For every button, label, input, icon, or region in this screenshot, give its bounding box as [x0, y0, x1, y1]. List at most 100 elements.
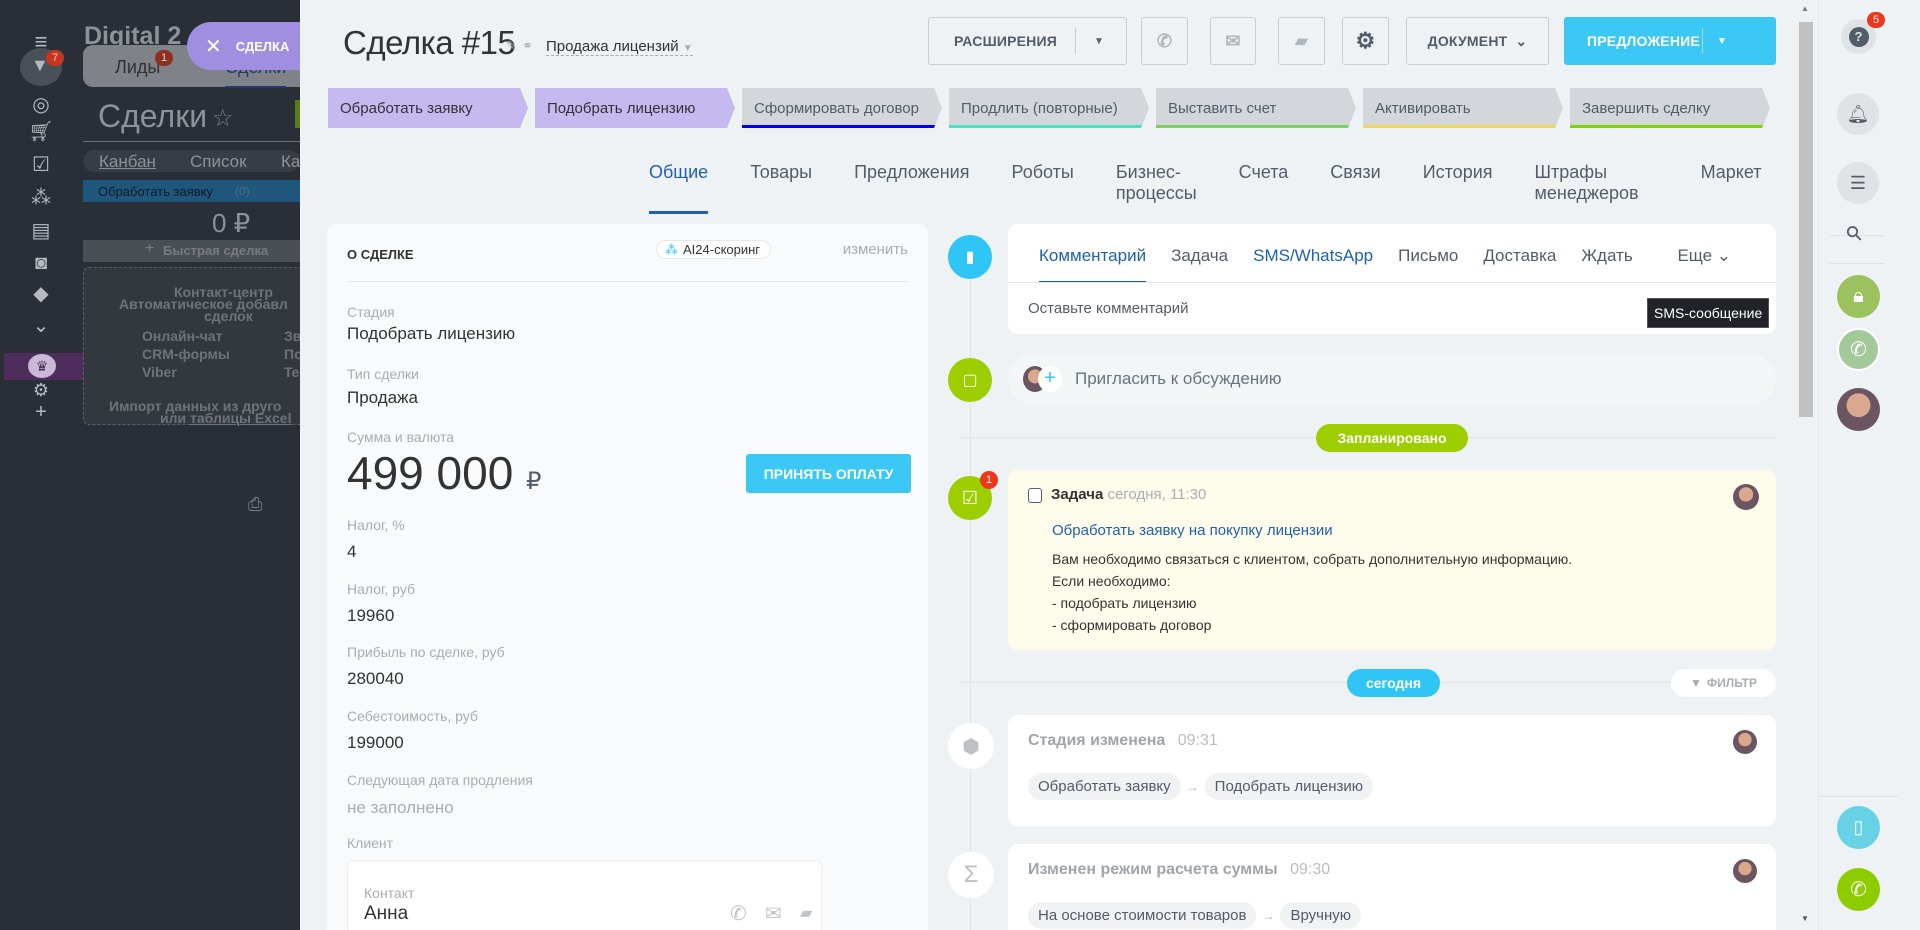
invite-card[interactable]: + Пригласить к обсуждению	[1008, 354, 1776, 404]
extensions-button[interactable]: РАСШИРЕНИЯ ▼	[928, 17, 1127, 65]
composer-tab-7[interactable]: Еще ⌄	[1677, 246, 1731, 283]
scrollbar[interactable]: ▲ ▼	[1796, 0, 1818, 930]
chevron-down-icon[interactable]: ⌄	[26, 314, 56, 338]
cc-channel[interactable]: Онлайн-чат	[142, 328, 223, 344]
tax-percent-value[interactable]: 4	[347, 542, 356, 562]
tab-leads[interactable]: Лиды	[115, 57, 160, 78]
tab-10[interactable]: Маркет	[1701, 162, 1762, 214]
scroll-up-icon[interactable]: ▲	[1801, 4, 1809, 13]
kanban-column-header[interactable]: Обработать заявку (0)	[83, 180, 300, 202]
edit-link[interactable]: изменить	[843, 241, 908, 258]
proposal-button[interactable]: ПРЕДЛОЖЕНИЕ ▼	[1564, 17, 1776, 65]
cost-value[interactable]: 199000	[347, 733, 404, 753]
divider	[1830, 263, 1884, 264]
pencil-icon[interactable]: ✎	[506, 38, 517, 54]
composer-tab-5[interactable]: Доставка	[1483, 246, 1556, 283]
contact-center-box: Контакт-центр Автоматическое добавл сдел…	[83, 267, 300, 426]
cart-icon[interactable]: 🛒︎	[26, 120, 56, 144]
mail-icon[interactable]: ✉	[765, 901, 782, 926]
telephony-button[interactable]: ✆	[1837, 868, 1880, 911]
chat-icon[interactable]: ▰	[800, 903, 812, 923]
tax-value[interactable]: 19960	[347, 606, 394, 626]
stage-4[interactable]: Продлить (повторные)	[949, 88, 1149, 128]
gear-icon[interactable]: ⚙	[26, 378, 56, 402]
scroll-down-icon[interactable]: ▼	[1801, 914, 1809, 923]
tab-5[interactable]: Бизнес-процессы	[1116, 162, 1197, 214]
task-line: - подобрать лицензию	[1052, 595, 1197, 611]
tab-8[interactable]: История	[1423, 162, 1493, 214]
contact-name[interactable]: Анна	[364, 903, 408, 925]
profit-value[interactable]: 280040	[347, 669, 404, 689]
box-icon[interactable]: ◆	[26, 282, 56, 306]
cc-channel[interactable]: CRM-формы	[142, 346, 230, 362]
target-icon[interactable]: ◎	[26, 93, 56, 117]
tab-9[interactable]: Штрафы менеджеров	[1535, 162, 1639, 214]
scrollbar-thumb[interactable]	[1799, 22, 1813, 417]
amount-value[interactable]: 499 000 ₽	[347, 446, 541, 500]
field-label: Прибыль по сделке, руб	[347, 644, 505, 660]
composer-tab-6[interactable]: Ждать	[1581, 246, 1632, 283]
excel-link[interactable]: таблицы Excel	[190, 410, 291, 426]
view-list[interactable]: Список	[190, 152, 247, 172]
call-button[interactable]: ✆	[1141, 17, 1188, 65]
stage-value[interactable]: Подобрать лицензию	[347, 324, 515, 344]
link-icon[interactable]: ⚭	[522, 38, 533, 54]
notifications-button[interactable]: 🔔︎	[1837, 93, 1879, 135]
tab-7[interactable]: Связи	[1330, 162, 1380, 214]
ai-scoring-badge[interactable]: ⁂ AI24-скоринг	[656, 240, 772, 259]
lock-app-button[interactable]: 🔒︎	[1837, 275, 1880, 318]
star-icon[interactable]: ☆	[212, 104, 234, 133]
cc-channel[interactable]: Viber	[142, 364, 177, 380]
cc-channel[interactable]: Зв	[284, 328, 300, 344]
avatar	[1733, 484, 1759, 510]
accept-payment-button[interactable]: ПРИНЯТЬ ОПЛАТУ	[746, 454, 911, 493]
renewal-date-value[interactable]: не заполнено	[347, 798, 454, 818]
category-selector[interactable]: Продажа лицензий ▼	[546, 38, 693, 56]
stage-3[interactable]: Сформировать договор	[742, 88, 942, 128]
tab-4[interactable]: Роботы	[1011, 162, 1073, 214]
quick-deal-button[interactable]: Быстрая сделка +	[83, 240, 300, 262]
settings-button[interactable]: ⚙	[1342, 17, 1389, 65]
chat-button[interactable]: ▰	[1278, 17, 1325, 65]
composer-tab-3[interactable]: SMS/WhatsApp	[1253, 246, 1373, 283]
document-button[interactable]: ДОКУМЕНТ ⌄	[1406, 17, 1549, 65]
composer-tab-4[interactable]: Письмо	[1398, 246, 1458, 283]
mobile-app-button[interactable]: ▯	[1837, 806, 1880, 849]
task-link[interactable]: Обработать заявку на покупку лицензии	[1052, 522, 1333, 539]
stage-7[interactable]: Завершить сделку	[1570, 88, 1770, 128]
composer-tab-2[interactable]: Задача	[1171, 246, 1228, 283]
stage-1[interactable]: Обработать заявку	[328, 88, 528, 128]
user-avatar[interactable]	[1837, 388, 1880, 431]
chats-button[interactable]: ☰	[1837, 162, 1879, 204]
view-calendar[interactable]: Ка	[281, 152, 300, 172]
close-slider-button[interactable]: ✕ СДЕЛКА	[187, 22, 312, 70]
whatsapp-button[interactable]: ✆	[1837, 328, 1880, 371]
print-icon[interactable]: ⎙	[248, 494, 262, 515]
tab-1[interactable]: Общие	[649, 162, 709, 214]
stage-6[interactable]: Активировать	[1363, 88, 1563, 128]
stage-5[interactable]: Выставить счет	[1156, 88, 1356, 128]
email-button[interactable]: ✉	[1210, 17, 1256, 65]
search-icon[interactable]: ⚲	[1840, 219, 1868, 247]
comment-input[interactable]: Оставьте комментарий	[1028, 300, 1628, 317]
tab-3[interactable]: Предложения	[854, 162, 969, 214]
crown-band[interactable]: ♛	[4, 353, 83, 380]
plus-icon[interactable]: +	[26, 400, 56, 424]
stage-2[interactable]: Подобрать лицензию	[535, 88, 735, 128]
contact-card-icon[interactable]: ▤	[26, 219, 56, 243]
filter-icon: ▼	[1690, 676, 1702, 690]
sites-icon[interactable]: ⁂	[26, 186, 56, 210]
deal-type-value[interactable]: Продажа	[347, 388, 418, 408]
phone-icon[interactable]: ✆	[730, 901, 747, 926]
tab-2[interactable]: Товары	[750, 162, 812, 214]
task-icon[interactable]: ☑	[26, 153, 56, 177]
task-complete-checkbox[interactable]	[1028, 488, 1042, 503]
cc-channel[interactable]: Tel	[284, 364, 300, 380]
filter-button[interactable]: ▼ ФИЛЬТР	[1671, 669, 1776, 697]
view-kanban[interactable]: Канбан	[99, 152, 156, 172]
tab-6[interactable]: Счета	[1239, 162, 1289, 214]
robot-icon[interactable]: ◙	[26, 251, 56, 275]
composer-tab-1[interactable]: Комментарий	[1039, 246, 1147, 283]
bell-icon: 🔔︎	[1846, 103, 1870, 124]
cc-channel[interactable]: По	[284, 346, 300, 362]
